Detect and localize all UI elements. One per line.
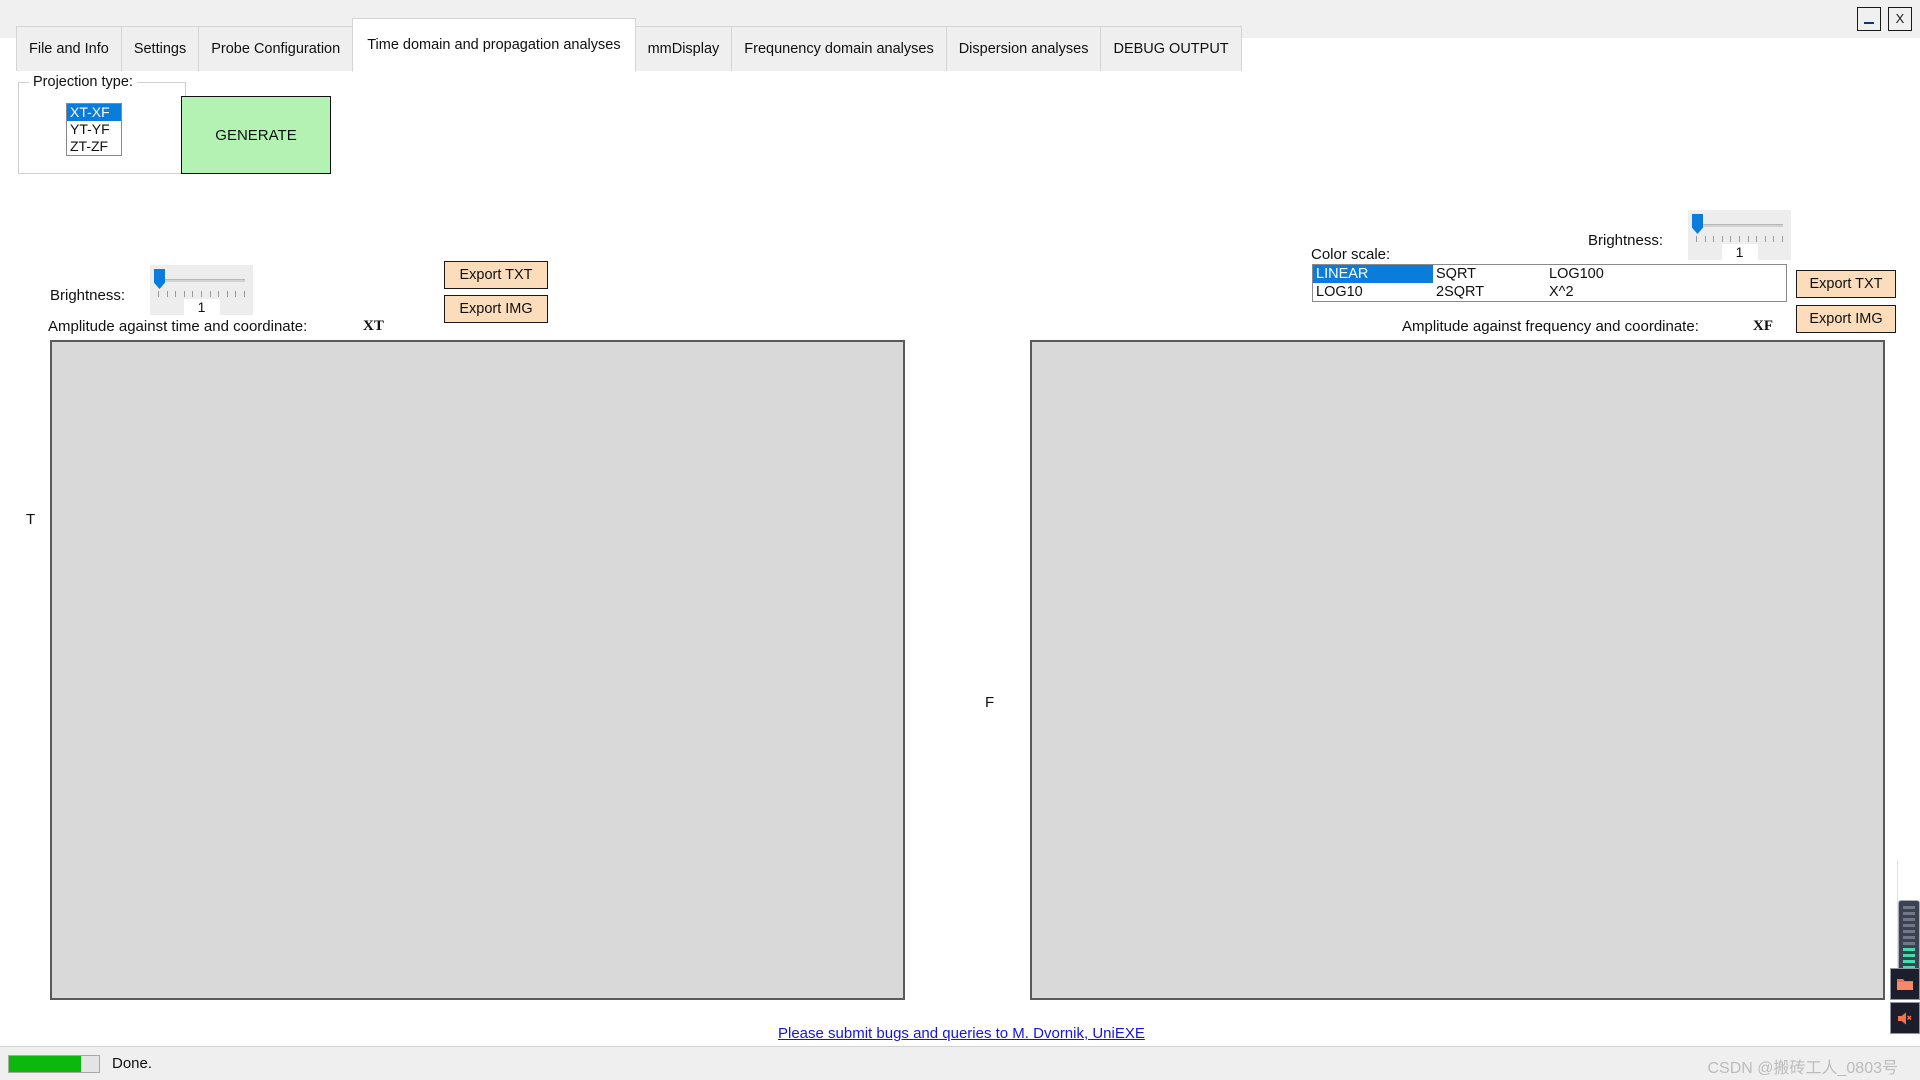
- tab-probe-configuration[interactable]: Probe Configuration: [198, 26, 354, 72]
- left-brightness-label: Brightness:: [50, 287, 126, 304]
- tab-label: Frequnency domain analyses: [744, 41, 934, 57]
- bug-report-link[interactable]: Please submit bugs and queries to M. Dvo…: [778, 1025, 1145, 1042]
- color-scale-column-2: SQRT 2SQRT: [1433, 265, 1546, 301]
- right-brightness-label: Brightness:: [1588, 232, 1664, 249]
- slider-track: [1696, 224, 1783, 227]
- tab-dispersion-analyses[interactable]: Dispersion analyses: [945, 26, 1102, 72]
- button-label: Export TXT: [459, 267, 533, 283]
- left-plot-tag: XT: [363, 318, 384, 334]
- tab-label: Time domain and propagation analyses: [367, 37, 621, 53]
- color-scale-option-sqrt[interactable]: SQRT: [1433, 265, 1546, 283]
- right-brightness-slider[interactable]: 1: [1688, 210, 1791, 260]
- generate-button-label: GENERATE: [215, 126, 297, 144]
- minimize-icon: [1864, 21, 1874, 24]
- slider-track: [158, 279, 245, 282]
- left-plot-caption: Amplitude against time and coordinate:: [48, 318, 308, 335]
- color-scale-listbox[interactable]: LINEAR LOG10 SQRT 2SQRT LOG100 X^2: [1312, 264, 1787, 302]
- color-scale-option-x2[interactable]: X^2: [1546, 283, 1786, 301]
- projection-option-zt-zf[interactable]: ZT-ZF: [67, 138, 121, 155]
- projection-type-title: Projection type:: [29, 74, 137, 90]
- left-brightness-value: 1: [183, 299, 220, 315]
- color-scale-option-log10[interactable]: LOG10: [1313, 283, 1433, 301]
- tab-label: Settings: [133, 41, 187, 57]
- tab-debug-output[interactable]: DEBUG OUTPUT: [1100, 26, 1242, 72]
- slider-ticks: [158, 291, 245, 298]
- tab-mmdisplay[interactable]: mmDisplay: [634, 26, 733, 72]
- color-scale-option-linear[interactable]: LINEAR: [1313, 265, 1433, 283]
- close-icon: X: [1895, 10, 1905, 26]
- slider-thumb[interactable]: [154, 269, 165, 289]
- tab-label: Probe Configuration: [211, 41, 341, 57]
- status-bar: Done. CSDN @搬砖工人_0803号: [0, 1046, 1920, 1080]
- slider-ticks: [1696, 236, 1783, 243]
- right-axis-label-f: F: [985, 694, 995, 711]
- tab-label: File and Info: [29, 41, 109, 57]
- tab-label: mmDisplay: [647, 41, 720, 57]
- tab-frequency-domain-analyses[interactable]: Frequnency domain analyses: [731, 26, 947, 72]
- right-plot-caption: Amplitude against frequency and coordina…: [1402, 318, 1699, 335]
- left-plot-panel-xt[interactable]: [50, 340, 905, 1000]
- color-scale-label: Color scale:: [1311, 246, 1391, 263]
- tab-label: DEBUG OUTPUT: [1113, 41, 1229, 57]
- tab-strip-underline: [0, 71, 1920, 72]
- window-controls: X: [1857, 7, 1912, 31]
- tab-settings[interactable]: Settings: [120, 26, 200, 72]
- folder-icon[interactable]: [1890, 968, 1920, 1000]
- application-window: X File and Info Settings Probe Configura…: [0, 0, 1920, 1080]
- level-meter-icon[interactable]: [1898, 900, 1920, 974]
- slider-thumb[interactable]: [1692, 214, 1703, 234]
- csdn-watermark: CSDN @搬砖工人_0803号: [1707, 1060, 1898, 1077]
- button-label: Export IMG: [459, 301, 533, 317]
- minimize-button[interactable]: [1857, 7, 1881, 31]
- projection-type-listbox[interactable]: XT-XF YT-YF ZT-ZF: [66, 103, 122, 156]
- right-plot-tag: XF: [1753, 318, 1773, 334]
- projection-option-yt-yf[interactable]: YT-YF: [67, 121, 121, 138]
- left-export-txt-button[interactable]: Export TXT: [444, 261, 548, 289]
- close-button[interactable]: X: [1888, 7, 1912, 31]
- speaker-icon[interactable]: [1890, 1002, 1920, 1034]
- button-label: Export IMG: [1809, 311, 1883, 327]
- right-export-txt-button[interactable]: Export TXT: [1796, 270, 1896, 298]
- color-scale-option-log100[interactable]: LOG100: [1546, 265, 1786, 283]
- color-scale-option-2sqrt[interactable]: 2SQRT: [1433, 283, 1546, 301]
- tab-time-domain-and-propagation-analyses[interactable]: Time domain and propagation analyses: [352, 18, 636, 72]
- progress-bar-fill: [9, 1056, 81, 1072]
- projection-type-group: Projection type: XT-XF YT-YF ZT-ZF: [18, 74, 186, 174]
- right-brightness-value: 1: [1721, 244, 1758, 260]
- projection-option-xt-xf[interactable]: XT-XF: [67, 104, 121, 121]
- tab-label: Dispersion analyses: [958, 41, 1089, 57]
- progress-bar: [8, 1055, 100, 1073]
- left-axis-label-t: T: [26, 511, 36, 528]
- right-export-img-button[interactable]: Export IMG: [1796, 305, 1896, 333]
- tab-file-and-info[interactable]: File and Info: [16, 26, 122, 72]
- left-export-img-button[interactable]: Export IMG: [444, 295, 548, 323]
- meter-bars: [1903, 906, 1915, 969]
- color-scale-column-3: LOG100 X^2: [1546, 265, 1786, 301]
- left-brightness-slider[interactable]: 1: [150, 265, 253, 315]
- button-label: Export TXT: [1809, 276, 1883, 292]
- color-scale-column-1: LINEAR LOG10: [1313, 265, 1433, 301]
- tab-strip: File and Info Settings Probe Configurati…: [16, 18, 1242, 72]
- right-plot-panel-xf[interactable]: [1030, 340, 1885, 1000]
- status-message: Done.: [112, 1055, 153, 1072]
- generate-button[interactable]: GENERATE: [181, 96, 331, 174]
